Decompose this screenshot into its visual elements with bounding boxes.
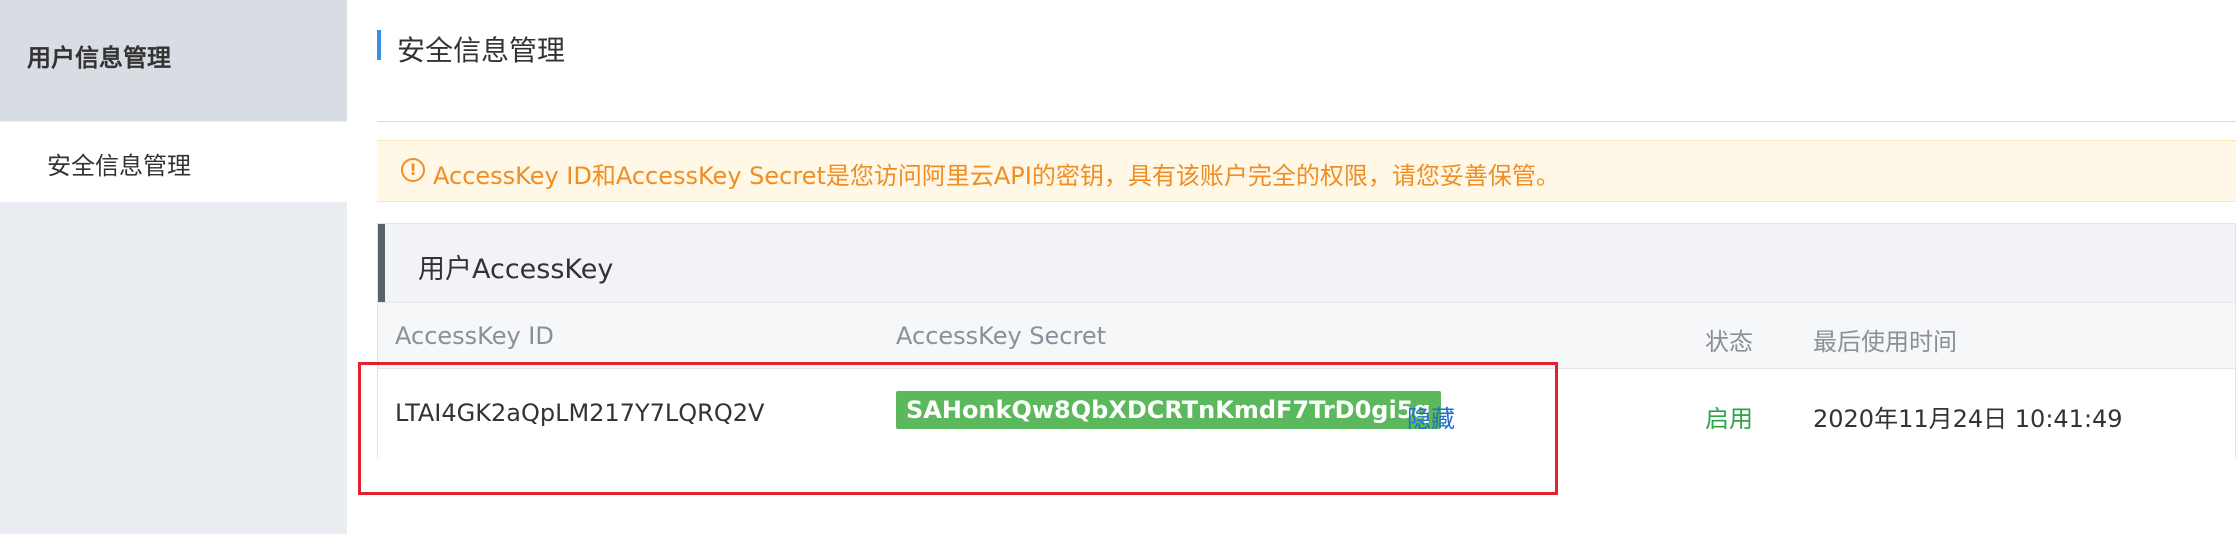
column-header-accesskey-secret: AccessKey Secret [896,322,1107,350]
accesskey-secret-value: SAHonkQw8QbXDCRTnKmdF7TrD0gi5q [896,391,1441,429]
hide-secret-link[interactable]: 隐藏 [1407,399,1455,434]
page-title: 安全信息管理 [397,34,566,67]
sidebar: 用户信息管理 安全信息管理 [0,0,347,534]
sidebar-item-security-info[interactable]: 安全信息管理 [0,122,347,202]
page-root: 用户信息管理 安全信息管理 安全信息管理 ! AccessKey ID和Acce… [0,0,2236,534]
accesskey-id-value: LTAI4GK2aQpLM217Y7LQRQ2V [395,399,765,427]
panel-title: 用户AccessKey [418,254,614,285]
panel-header: 用户AccessKey [378,224,2235,302]
column-header-accesskey-id: AccessKey ID [395,322,554,350]
status-badge: 启用 [1705,405,1753,433]
accesskey-panel: 用户AccessKey AccessKey ID AccessKey Secre… [377,223,2236,459]
last-used-time: 2020年11月24日 10:41:49 [1813,405,2123,433]
alert-text: AccessKey ID和AccessKey Secret是您访问阿里云API的… [433,162,1560,190]
warning-alert: ! AccessKey ID和AccessKey Secret是您访问阿里云AP… [377,140,2236,202]
sidebar-header: 用户信息管理 [0,0,347,121]
title-divider [377,121,2236,122]
warning-circle-icon: ! [401,158,425,182]
sidebar-title: 用户信息管理 [27,44,171,72]
page-title-accent [377,30,381,60]
column-header-status: 状态 [1705,328,1753,356]
table-header: AccessKey ID AccessKey Secret 状态 最后使用时间 [378,302,2235,369]
column-header-last-used: 最后使用时间 [1813,328,1957,356]
sidebar-item-label: 安全信息管理 [47,152,191,180]
table-row: LTAI4GK2aQpLM217Y7LQRQ2V SAHonkQw8QbXDCR… [378,369,2235,459]
